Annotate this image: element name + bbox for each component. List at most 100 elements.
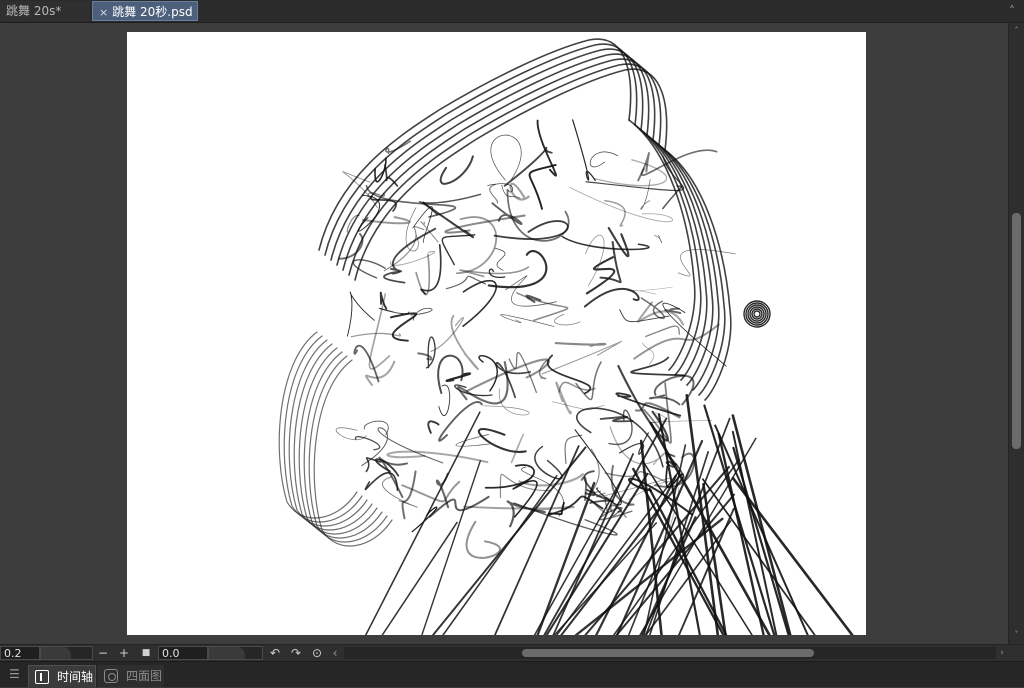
- sketch-stroke: [495, 361, 532, 399]
- sketch-stroke: [463, 505, 575, 512]
- fit-view-button[interactable]: ■: [139, 645, 153, 661]
- sketch-stroke: [425, 336, 436, 369]
- sketch-stroke: [365, 184, 457, 218]
- sketch-stroke: [547, 495, 604, 516]
- sketch-stroke: [490, 134, 522, 181]
- sketch-stroke: [335, 427, 367, 441]
- sketch-stroke: [365, 411, 481, 635]
- sketch-stroke: [420, 221, 439, 243]
- sketch-stroke: [313, 359, 393, 547]
- zoom-slider[interactable]: [40, 646, 93, 660]
- drawing-canvas[interactable]: [127, 32, 866, 635]
- sketch-stroke: [731, 430, 778, 635]
- sketch-stroke: [430, 317, 464, 353]
- sketch-stroke: [487, 183, 514, 193]
- sketch-stroke: [645, 325, 681, 338]
- sketch-stroke: [648, 394, 681, 406]
- sketch-stroke: [352, 259, 386, 279]
- sketch-stroke: [368, 293, 391, 370]
- sketch-stroke: [552, 453, 634, 635]
- sketch-stroke: [378, 456, 408, 498]
- sketch-stroke: [536, 481, 596, 635]
- scroll-left-icon[interactable]: ‹: [328, 645, 342, 661]
- sketch-stroke: [543, 417, 668, 635]
- sketch-stroke: [509, 182, 530, 201]
- sketch-stroke: [389, 312, 418, 342]
- tab-timeline-label: 时间轴: [57, 670, 94, 684]
- sketch-stroke: [510, 433, 525, 464]
- sketch-stroke: [583, 287, 640, 308]
- sketch-stroke: [640, 297, 666, 320]
- sketch-stroke: [714, 424, 809, 635]
- sketch-stroke: [478, 428, 527, 453]
- sketch-stroke: [615, 392, 682, 417]
- rotation-slider[interactable]: [208, 646, 263, 660]
- zoom-in-button[interactable]: +: [117, 645, 131, 661]
- sketch-stroke: [346, 291, 375, 337]
- sketch-stroke: [410, 307, 433, 321]
- sketch-stroke: [585, 256, 616, 295]
- vertical-scrollbar[interactable]: ˄ ˅: [1008, 23, 1024, 644]
- tab-timeline[interactable]: 时间轴: [28, 665, 96, 687]
- rotation-field[interactable]: 0.0: [158, 646, 208, 660]
- camera-icon: [104, 669, 118, 683]
- sketch-stroke: [608, 409, 633, 446]
- sketch-stroke: [495, 248, 506, 271]
- sketch-stroke: [753, 310, 761, 318]
- sketch-stroke: [441, 234, 476, 266]
- horizontal-scroll-thumb[interactable]: [522, 649, 814, 657]
- sketch-stroke: [378, 307, 410, 315]
- sketch-stroke: [554, 341, 607, 347]
- scroll-right-icon[interactable]: ›: [996, 646, 1008, 660]
- view-toolbar: 0.2 − + ■ 0.0 ↶ ↷ ⊙ ‹ ›: [0, 644, 1024, 662]
- close-icon[interactable]: ×: [99, 6, 108, 19]
- tab-four-view[interactable]: 四面图: [98, 665, 164, 687]
- sketch-drawing: [278, 38, 854, 635]
- panel-menu-icon[interactable]: ☰: [9, 667, 20, 681]
- sketch-stroke: [417, 352, 433, 361]
- vertical-scroll-thumb[interactable]: [1012, 213, 1021, 449]
- sketch-stroke: [401, 470, 417, 520]
- sketch-stroke: [462, 279, 497, 327]
- sketch-stroke: [465, 520, 501, 559]
- sketch-stroke: [554, 313, 581, 326]
- tab-dance-20s[interactable]: 跳舞 20s*: [0, 1, 90, 21]
- tab-dance-20sec-psd[interactable]: × 跳舞 20秒.psd: [92, 1, 198, 21]
- sketch-stroke: [589, 151, 619, 168]
- sketch-stroke: [493, 220, 569, 240]
- sketch-stroke: [640, 179, 651, 210]
- sketch-stroke: [572, 119, 596, 182]
- zoom-out-button[interactable]: −: [96, 645, 110, 661]
- sketch-stroke: [364, 420, 389, 436]
- rotate-right-icon[interactable]: ↷: [289, 645, 303, 661]
- sketch-stroke: [593, 159, 668, 187]
- tab-four-view-label: 四面图: [126, 669, 163, 683]
- sketch-stroke: [421, 460, 482, 635]
- sketch-stroke: [427, 420, 440, 434]
- scroll-down-icon[interactable]: ˅: [1009, 629, 1024, 641]
- sketch-stroke: [538, 359, 548, 380]
- reset-rotation-icon[interactable]: ⊙: [310, 645, 324, 661]
- zoom-field[interactable]: 0.2: [0, 646, 40, 660]
- sketch-stroke: [541, 340, 622, 375]
- canvas-workspace[interactable]: [0, 23, 1008, 644]
- sketch-stroke: [599, 415, 634, 423]
- sketch-stroke: [545, 472, 649, 635]
- document-tab-bar: 跳舞 20s* × 跳舞 20秒.psd ˄: [0, 0, 1024, 23]
- panel-tab-strip: ☰ 时间轴 四面图: [0, 661, 1024, 687]
- sketch-stroke: [569, 186, 674, 223]
- sketch-stroke: [546, 354, 592, 395]
- sketch-stroke: [442, 475, 558, 635]
- tab-label: 跳舞 20s*: [6, 4, 62, 18]
- sketch-stroke: [445, 372, 472, 382]
- sketch-stroke: [637, 152, 650, 182]
- sketch-stroke: [534, 445, 563, 480]
- sketch-stroke: [478, 355, 498, 392]
- chevron-up-icon[interactable]: ˄: [1004, 3, 1020, 19]
- tab-label: 跳舞 20秒.psd: [112, 5, 193, 19]
- sketch-stroke: [654, 234, 663, 243]
- scroll-up-icon[interactable]: ˄: [1009, 25, 1024, 37]
- rotate-left-icon[interactable]: ↶: [268, 645, 282, 661]
- horizontal-scrollbar[interactable]: [344, 647, 996, 659]
- timeline-icon: [35, 670, 49, 684]
